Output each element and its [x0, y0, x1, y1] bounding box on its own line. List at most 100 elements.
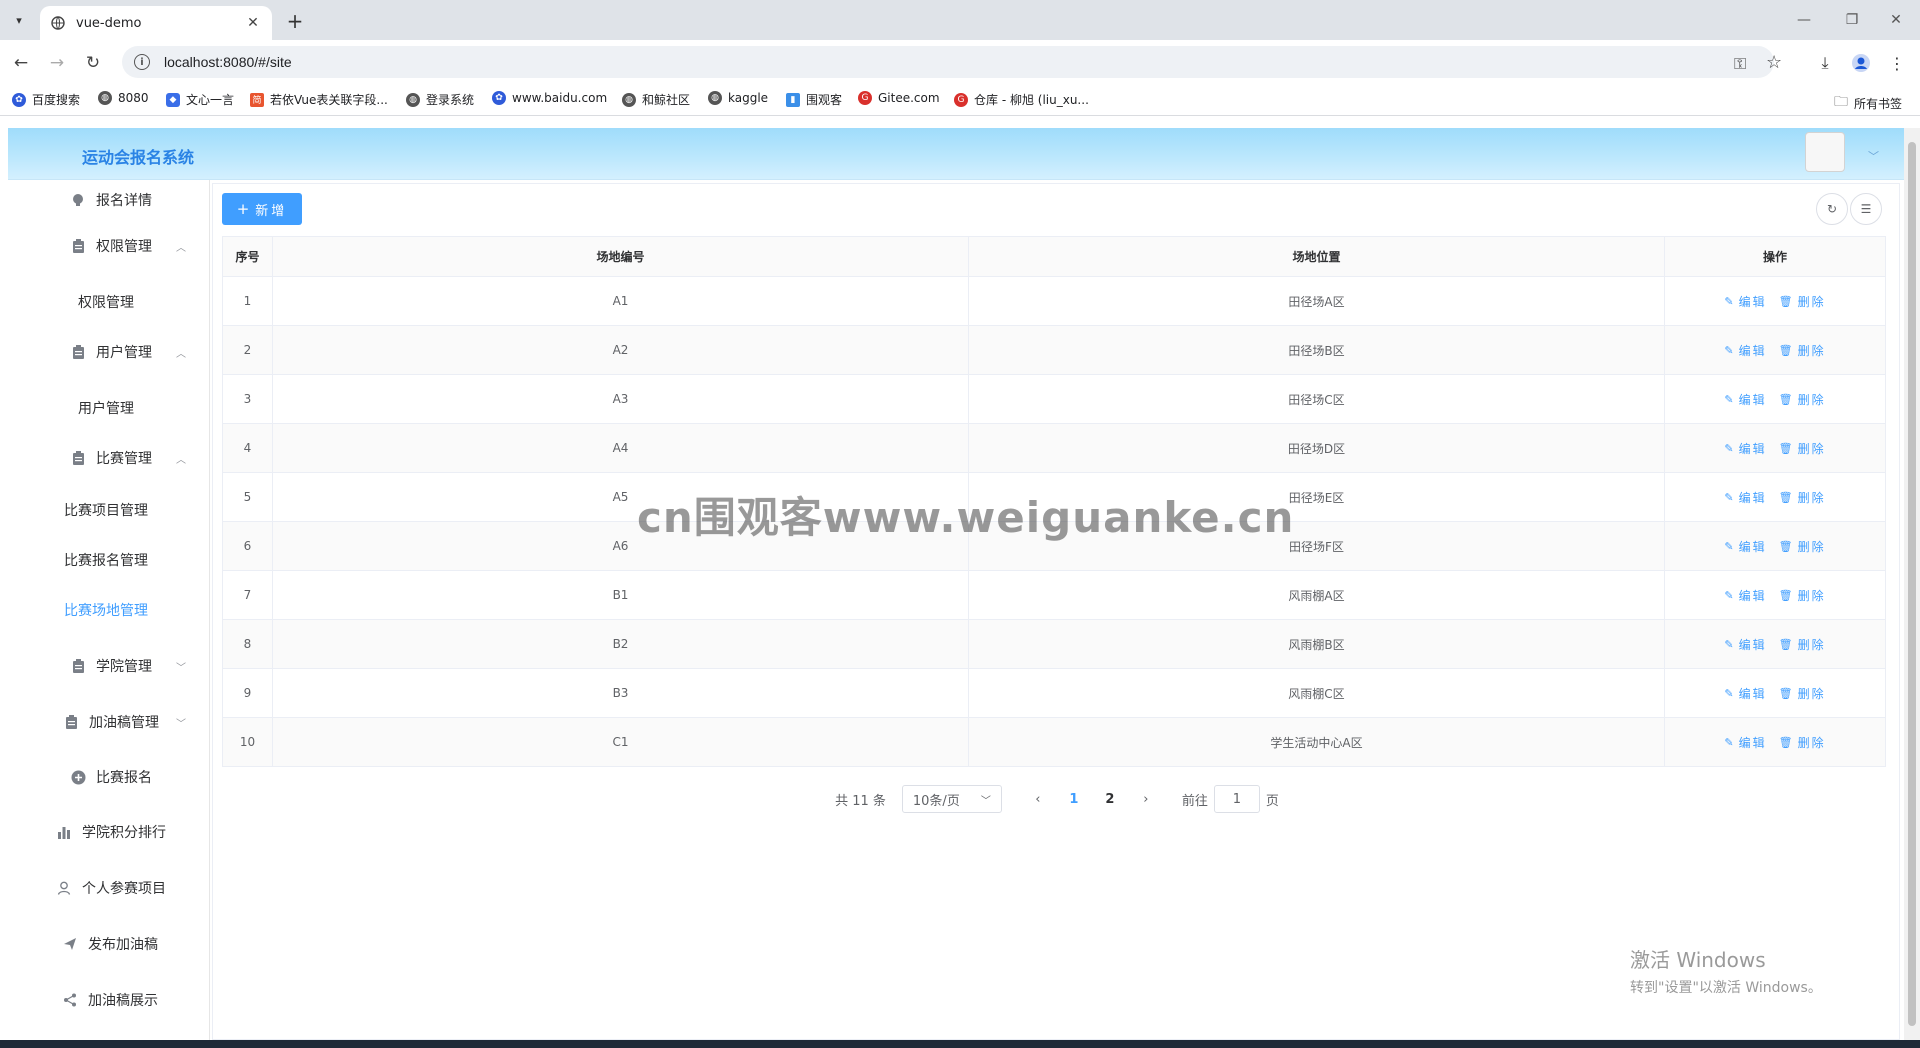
sidebar-item-user-group[interactable]: 用户管理 ︿: [8, 332, 208, 372]
sidebar-item-match-site[interactable]: 比赛场地管理: [8, 590, 208, 630]
edit-button[interactable]: ✎ 编辑: [1724, 293, 1766, 310]
edit-button[interactable]: ✎ 编辑: [1724, 538, 1766, 555]
edit-button[interactable]: ✎ 编辑: [1724, 587, 1766, 604]
forward-button[interactable]: →: [44, 50, 70, 76]
star-icon[interactable]: ☆: [1766, 52, 1782, 73]
sidebar-item-cheer-display[interactable]: 加油稿展示: [8, 980, 208, 1020]
tab-search-button[interactable]: ▾: [6, 8, 32, 32]
page-size-select[interactable]: 10条/页 ﹀: [901, 785, 1002, 813]
app-title: 运动会报名系统: [82, 148, 195, 167]
back-button[interactable]: ←: [8, 50, 34, 76]
sidebar-item-match-signup[interactable]: 比赛报名管理: [8, 540, 208, 580]
page-scrollbar[interactable]: [1904, 128, 1920, 1040]
delete-button[interactable]: 🗑 删除: [1779, 342, 1826, 359]
avatar[interactable]: [1805, 132, 1845, 172]
trash-icon: 🗑: [1778, 294, 1793, 308]
next-page-button[interactable]: ›: [1128, 792, 1164, 807]
scrollbar-thumb[interactable]: [1908, 142, 1916, 1026]
add-button[interactable]: + 新增: [222, 193, 302, 225]
delete-button[interactable]: 🗑 删除: [1779, 391, 1826, 408]
reload-icon: ↻: [85, 53, 101, 73]
cell-index: 1: [222, 276, 273, 326]
tab-title: vue-demo: [76, 15, 142, 31]
window-close-button[interactable]: ✕: [1876, 8, 1916, 32]
delete-button[interactable]: 🗑 删除: [1779, 587, 1826, 604]
bookmark-item[interactable]: ◍ kaggle: [708, 91, 768, 105]
table-row: 9 B3 风雨棚C区 ✎ 编辑 🗑 删除: [222, 668, 1886, 718]
sidebar-item-college-ranking[interactable]: 学院积分排行: [8, 812, 208, 852]
sidebar-item-college-group[interactable]: 学院管理 ﹀: [8, 646, 208, 686]
bookmark-item[interactable]: ◍ 8080: [98, 91, 149, 105]
sidebar-item-publish-cheer[interactable]: 发布加油稿: [8, 924, 208, 964]
sidebar-item-match-signup-page[interactable]: 比赛报名: [8, 757, 208, 797]
edit-button[interactable]: ✎ 编辑: [1724, 734, 1766, 751]
delete-button[interactable]: 🗑 删除: [1779, 293, 1826, 310]
address-bar[interactable]: i localhost:8080/#/site ⚿ ☆: [122, 46, 1782, 78]
gitee-icon: G: [858, 91, 872, 105]
edit-icon: ✎: [1724, 490, 1734, 504]
sidebar-item-match-group[interactable]: 比赛管理 ︿: [8, 438, 208, 478]
cell-site-code: B3: [272, 668, 969, 718]
sidebar-item-signup-detail[interactable]: 报名详情: [8, 180, 208, 220]
page-number[interactable]: 1: [1056, 792, 1092, 807]
edit-button[interactable]: ✎ 编辑: [1724, 440, 1766, 457]
sidebar-item-permission-group[interactable]: 权限管理 ︿: [8, 226, 208, 266]
all-bookmarks[interactable]: 🗀 所有书签: [1834, 91, 1902, 115]
sidebar-item-match-project[interactable]: 比赛项目管理: [8, 490, 208, 530]
sidebar-item-user[interactable]: 用户管理: [8, 388, 208, 428]
edit-button[interactable]: ✎ 编辑: [1724, 489, 1766, 506]
column-settings-button[interactable]: ☰: [1850, 193, 1882, 225]
edit-button[interactable]: ✎ 编辑: [1724, 685, 1766, 702]
download-icon[interactable]: ⤓: [1812, 50, 1838, 76]
bookmark-item[interactable]: ▮ 围观客: [786, 91, 842, 108]
sidebar-item-cheer-group[interactable]: 加油稿管理 ﹀: [8, 702, 208, 742]
bookmark-item[interactable]: ◆ 文心一言: [166, 91, 234, 108]
delete-button[interactable]: 🗑 删除: [1779, 685, 1826, 702]
edit-icon: ✎: [1724, 588, 1734, 602]
key-icon[interactable]: ⚿: [1734, 54, 1746, 74]
sliders-icon: ☰: [1860, 202, 1872, 216]
sidebar-item-personal-projects[interactable]: 个人参赛项目: [8, 868, 208, 908]
edit-icon: ✎: [1724, 294, 1734, 308]
edit-button[interactable]: ✎ 编辑: [1724, 342, 1766, 359]
clipboard-icon: [70, 344, 86, 360]
bookmark-item[interactable]: G Gitee.com: [858, 91, 940, 105]
refresh-button[interactable]: ↻: [1816, 193, 1848, 225]
minimize-button[interactable]: —: [1784, 8, 1824, 32]
delete-button[interactable]: 🗑 删除: [1779, 538, 1826, 555]
kebab-menu-icon[interactable]: ⋮: [1884, 50, 1910, 76]
goto-page-input[interactable]: 1: [1213, 785, 1260, 813]
edit-icon: ✎: [1724, 343, 1734, 357]
table-row: 4 A4 田径场D区 ✎ 编辑 🗑 删除: [222, 423, 1886, 473]
new-tab-button[interactable]: +: [282, 8, 308, 34]
bookmark-item[interactable]: ◍ 登录系统: [406, 91, 474, 108]
browser-tab[interactable]: vue-demo ✕: [40, 6, 272, 40]
tab-close-icon[interactable]: ✕: [244, 15, 262, 31]
reload-button[interactable]: ↻: [80, 50, 106, 76]
trash-icon: 🗑: [1778, 735, 1793, 749]
delete-button[interactable]: 🗑 删除: [1779, 734, 1826, 751]
page-number[interactable]: 2: [1092, 792, 1128, 807]
arrow-left-icon: ←: [13, 53, 29, 73]
bookmark-item[interactable]: ✿ www.baidu.com: [492, 91, 607, 105]
cell-actions: ✎ 编辑 🗑 删除: [1664, 276, 1886, 326]
profile-icon[interactable]: [1848, 50, 1874, 76]
restore-button[interactable]: ❐: [1832, 8, 1872, 32]
sidebar-item-permission[interactable]: 权限管理: [8, 282, 208, 322]
delete-button[interactable]: 🗑 删除: [1779, 636, 1826, 653]
bookmark-item[interactable]: 简若依Vue表关联字段...: [250, 91, 388, 108]
edit-button[interactable]: ✎ 编辑: [1724, 391, 1766, 408]
prev-page-button[interactable]: ‹: [1020, 792, 1056, 807]
bookmark-item[interactable]: ◍ 和鲸社区: [622, 91, 690, 108]
cell-site-location: 田径场A区: [968, 276, 1665, 326]
edit-button[interactable]: ✎ 编辑: [1724, 636, 1766, 653]
table-row: 3 A3 田径场C区 ✎ 编辑 🗑 删除: [222, 374, 1886, 424]
cell-actions: ✎ 编辑 🗑 删除: [1664, 619, 1886, 669]
site-info-icon[interactable]: i: [134, 54, 150, 70]
bookmark-item[interactable]: ✿ 百度搜索: [12, 91, 80, 108]
cube-icon: ◆: [166, 92, 180, 107]
bookmark-item[interactable]: G 仓库 - 柳旭 (liu_xu...: [954, 91, 1089, 108]
delete-button[interactable]: 🗑 删除: [1779, 440, 1826, 457]
delete-button[interactable]: 🗑 删除: [1779, 489, 1826, 506]
chevron-down-icon[interactable]: ﹀: [1868, 148, 1879, 164]
